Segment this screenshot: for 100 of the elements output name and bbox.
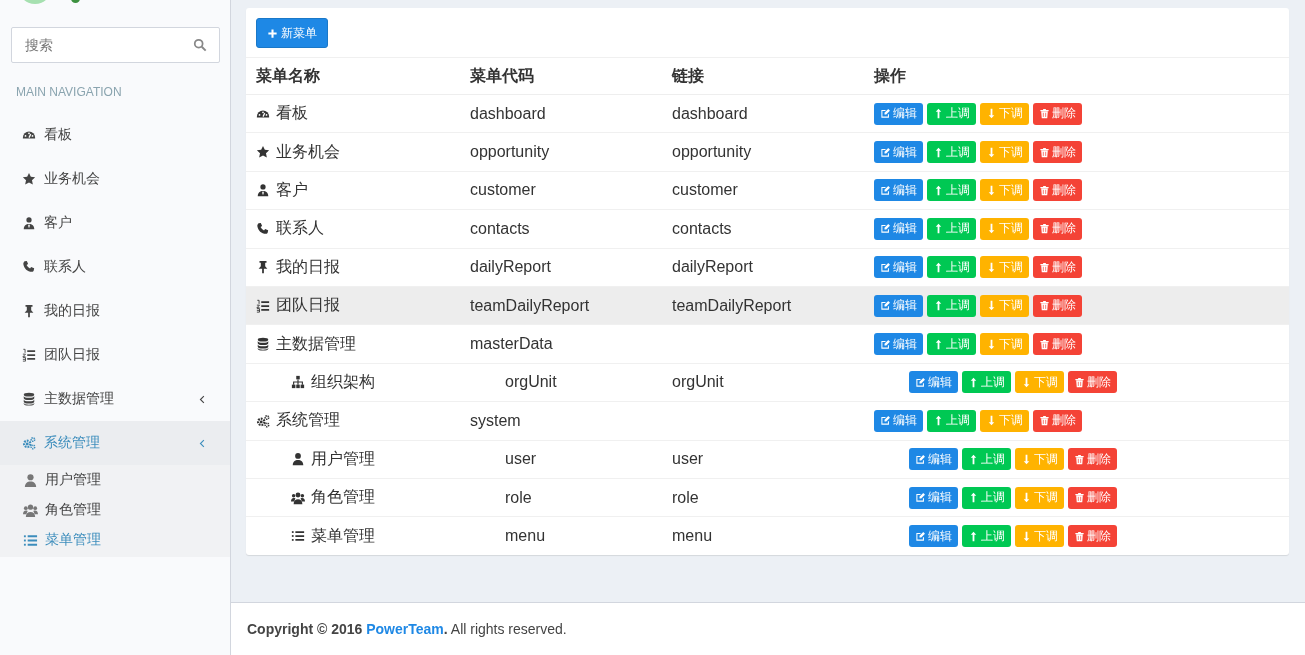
edit-button[interactable]: 编辑 (909, 525, 958, 548)
edit-button[interactable]: 编辑 (874, 294, 923, 317)
table-cell-text: 用户管理 (311, 448, 375, 469)
sidebar-item[interactable]: 看板 (0, 113, 230, 157)
edit-icon (880, 261, 891, 273)
table-cell-text: 菜单管理 (311, 525, 375, 546)
column-header: 菜单代码 (460, 57, 662, 95)
delete-button[interactable]: 删除 (1033, 294, 1082, 317)
move-up-button[interactable]: 上调 (927, 333, 976, 356)
arrow-down-icon (1021, 453, 1032, 465)
sidebar-subitem[interactable]: 菜单管理 (0, 525, 230, 555)
table-row[interactable]: 团队日报 teamDailyReport teamDailyReport 编辑 上调 下调 删除 (246, 286, 1289, 325)
sidebar-item[interactable]: 业务机会 (0, 157, 230, 201)
table-row[interactable]: 系统管理 system 编辑 上调 下调 删除 (246, 401, 1289, 440)
sidebar-item[interactable]: 联系人 (0, 245, 230, 289)
move-up-button[interactable]: 上调 (927, 179, 976, 202)
arrow-down-icon (986, 184, 997, 196)
move-up-button[interactable]: 上调 (927, 217, 976, 240)
table-cell: customer (470, 181, 536, 199)
table-row[interactable]: 角色管理 role role 编辑 上调 下调 删除 (246, 478, 1289, 517)
edit-button[interactable]: 编辑 (874, 217, 923, 240)
delete-button[interactable]: 删除 (1068, 486, 1117, 509)
move-up-button[interactable]: 上调 (927, 409, 976, 432)
sidebar-item[interactable]: 系统管理 (0, 421, 230, 465)
table-row[interactable]: 客户 customer customer 编辑 上调 下调 删除 (246, 171, 1289, 210)
table-cell-text: 业务机会 (276, 141, 340, 162)
edit-icon (880, 146, 891, 158)
table-row[interactable]: 菜单管理 menu menu 编辑 上调 下调 删除 (246, 516, 1289, 556)
arrow-down-icon (986, 415, 997, 427)
search-field[interactable]: 搜索 (11, 27, 220, 63)
delete-button[interactable]: 删除 (1068, 371, 1117, 394)
table-row[interactable]: 主数据管理 masterData 编辑 上调 下调 删除 (246, 324, 1289, 364)
new-menu-button[interactable]: 新菜单 (256, 18, 328, 48)
table-row[interactable]: 我的日报 dailyReport dailyReport 编辑 上调 下调 删除 (246, 248, 1289, 287)
table-row[interactable]: 用户管理 user user 编辑 上调 下调 删除 (246, 440, 1289, 479)
edit-button[interactable]: 编辑 (909, 448, 958, 471)
table-row[interactable]: 联系人 contacts contacts 编辑 上调 下调 删除 (246, 209, 1289, 249)
edit-button[interactable]: 编辑 (909, 486, 958, 509)
table-row[interactable]: 看板 dashboard dashboard 编辑 上调 下调 删除 (246, 94, 1289, 133)
move-up-button[interactable]: 上调 (927, 294, 976, 317)
group-icon (23, 502, 38, 518)
sidebar-subitem[interactable]: 角色管理 (0, 495, 230, 525)
powerteam-link[interactable]: PowerTeam (366, 621, 444, 637)
edit-icon (880, 223, 891, 235)
delete-button[interactable]: 删除 (1068, 448, 1117, 471)
move-up-button[interactable]: 上调 (962, 448, 1011, 471)
arrow-down-icon (986, 300, 997, 312)
edit-button[interactable]: 编辑 (874, 256, 923, 279)
table-cell: system (470, 411, 521, 429)
table-cell: role (505, 488, 532, 506)
table-row[interactable]: 组织架构 orgUnit orgUnit 编辑 上调 下调 删除 (246, 363, 1289, 402)
delete-button[interactable]: 删除 (1033, 409, 1082, 432)
delete-button[interactable]: 删除 (1033, 141, 1082, 164)
move-up-button[interactable]: 上调 (962, 371, 1011, 394)
table-cell-text: 系统管理 (276, 410, 340, 431)
edit-icon (915, 453, 926, 465)
sidebar-item[interactable]: 客户 (0, 201, 230, 245)
table-cell: dailyReport (672, 258, 753, 276)
move-up-button[interactable]: 上调 (962, 486, 1011, 509)
numbered-list-icon (22, 348, 36, 362)
move-up-button[interactable]: 上调 (927, 141, 976, 164)
phone-icon (22, 260, 36, 274)
table-cell: dashboard (672, 104, 748, 122)
delete-button[interactable]: 删除 (1033, 102, 1082, 125)
move-up-button[interactable]: 上调 (927, 102, 976, 125)
sidebar-item[interactable]: 我的日报 (0, 289, 230, 333)
arrow-up-icon (933, 108, 944, 120)
move-up-button[interactable]: 上调 (927, 256, 976, 279)
table-row[interactable]: 业务机会 opportunity opportunity 编辑 上调 下调 删除 (246, 132, 1289, 172)
edit-button[interactable]: 编辑 (874, 102, 923, 125)
arrow-down-icon (986, 108, 997, 120)
move-up-button[interactable]: 上调 (962, 525, 1011, 548)
column-header: 菜单名称 (246, 57, 460, 95)
gears-icon (22, 436, 36, 450)
delete-button[interactable]: 删除 (1033, 179, 1082, 202)
copyright-text: Copyright © 2016 PowerTeam. All rights reserved. (247, 621, 567, 637)
user-icon (291, 452, 305, 467)
edit-button[interactable]: 编辑 (874, 179, 923, 202)
sidebar-subitem[interactable]: 用户管理 (0, 465, 230, 495)
nav-section-header: MAIN NAVIGATION (15, 84, 123, 101)
sidebar-item[interactable]: 主数据管理 (0, 377, 230, 421)
edit-button[interactable]: 编辑 (909, 371, 958, 394)
table-cell-text: 角色管理 (311, 487, 375, 508)
delete-button[interactable]: 删除 (1033, 256, 1082, 279)
delete-button[interactable]: 删除 (1068, 525, 1117, 548)
arrow-up-icon (933, 261, 944, 273)
edit-icon (880, 338, 891, 350)
delete-button[interactable]: 删除 (1033, 217, 1082, 240)
edit-icon (880, 184, 891, 196)
delete-button[interactable]: 删除 (1033, 333, 1082, 356)
arrow-up-icon (968, 492, 979, 504)
edit-icon (880, 108, 891, 120)
sidebar-item[interactable]: 团队日报 (0, 333, 230, 377)
table-cell: menu (672, 527, 713, 545)
gears-icon (256, 413, 270, 428)
person-icon (256, 183, 270, 198)
edit-button[interactable]: 编辑 (874, 333, 923, 356)
edit-button[interactable]: 编辑 (874, 409, 923, 432)
edit-button[interactable]: 编辑 (874, 141, 923, 164)
trash-icon (1039, 415, 1050, 427)
